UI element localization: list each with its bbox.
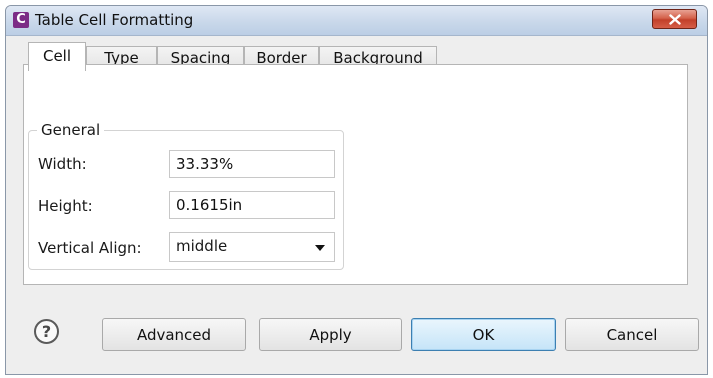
window-title: Table Cell Formatting xyxy=(35,11,194,29)
title-bar[interactable]: C Table Cell Formatting xyxy=(6,6,707,36)
cancel-button[interactable]: Cancel xyxy=(565,318,699,351)
advanced-button[interactable]: Advanced xyxy=(102,318,246,351)
ok-button[interactable]: OK xyxy=(411,318,556,351)
close-button[interactable] xyxy=(652,9,697,29)
width-field[interactable] xyxy=(169,150,335,178)
close-icon xyxy=(668,13,681,25)
height-field[interactable] xyxy=(169,191,335,219)
vertical-align-value: middle xyxy=(176,237,228,255)
apply-button[interactable]: Apply xyxy=(259,318,402,351)
help-icon[interactable]: ? xyxy=(34,319,59,344)
chevron-down-icon xyxy=(315,245,325,251)
vertical-align-label: Vertical Align: xyxy=(38,239,142,257)
dialog-window: C Table Cell Formatting Cell Type Spacin… xyxy=(5,5,708,375)
cell-tab-panel: General Width: Height: Vertical Align: m… xyxy=(23,64,688,285)
height-label: Height: xyxy=(38,197,93,215)
width-label: Width: xyxy=(38,155,87,173)
general-group-title: General xyxy=(37,121,105,139)
tab-cell[interactable]: Cell xyxy=(28,42,86,71)
app-logo-icon: C xyxy=(13,12,29,28)
vertical-align-select[interactable]: middle xyxy=(169,232,335,262)
